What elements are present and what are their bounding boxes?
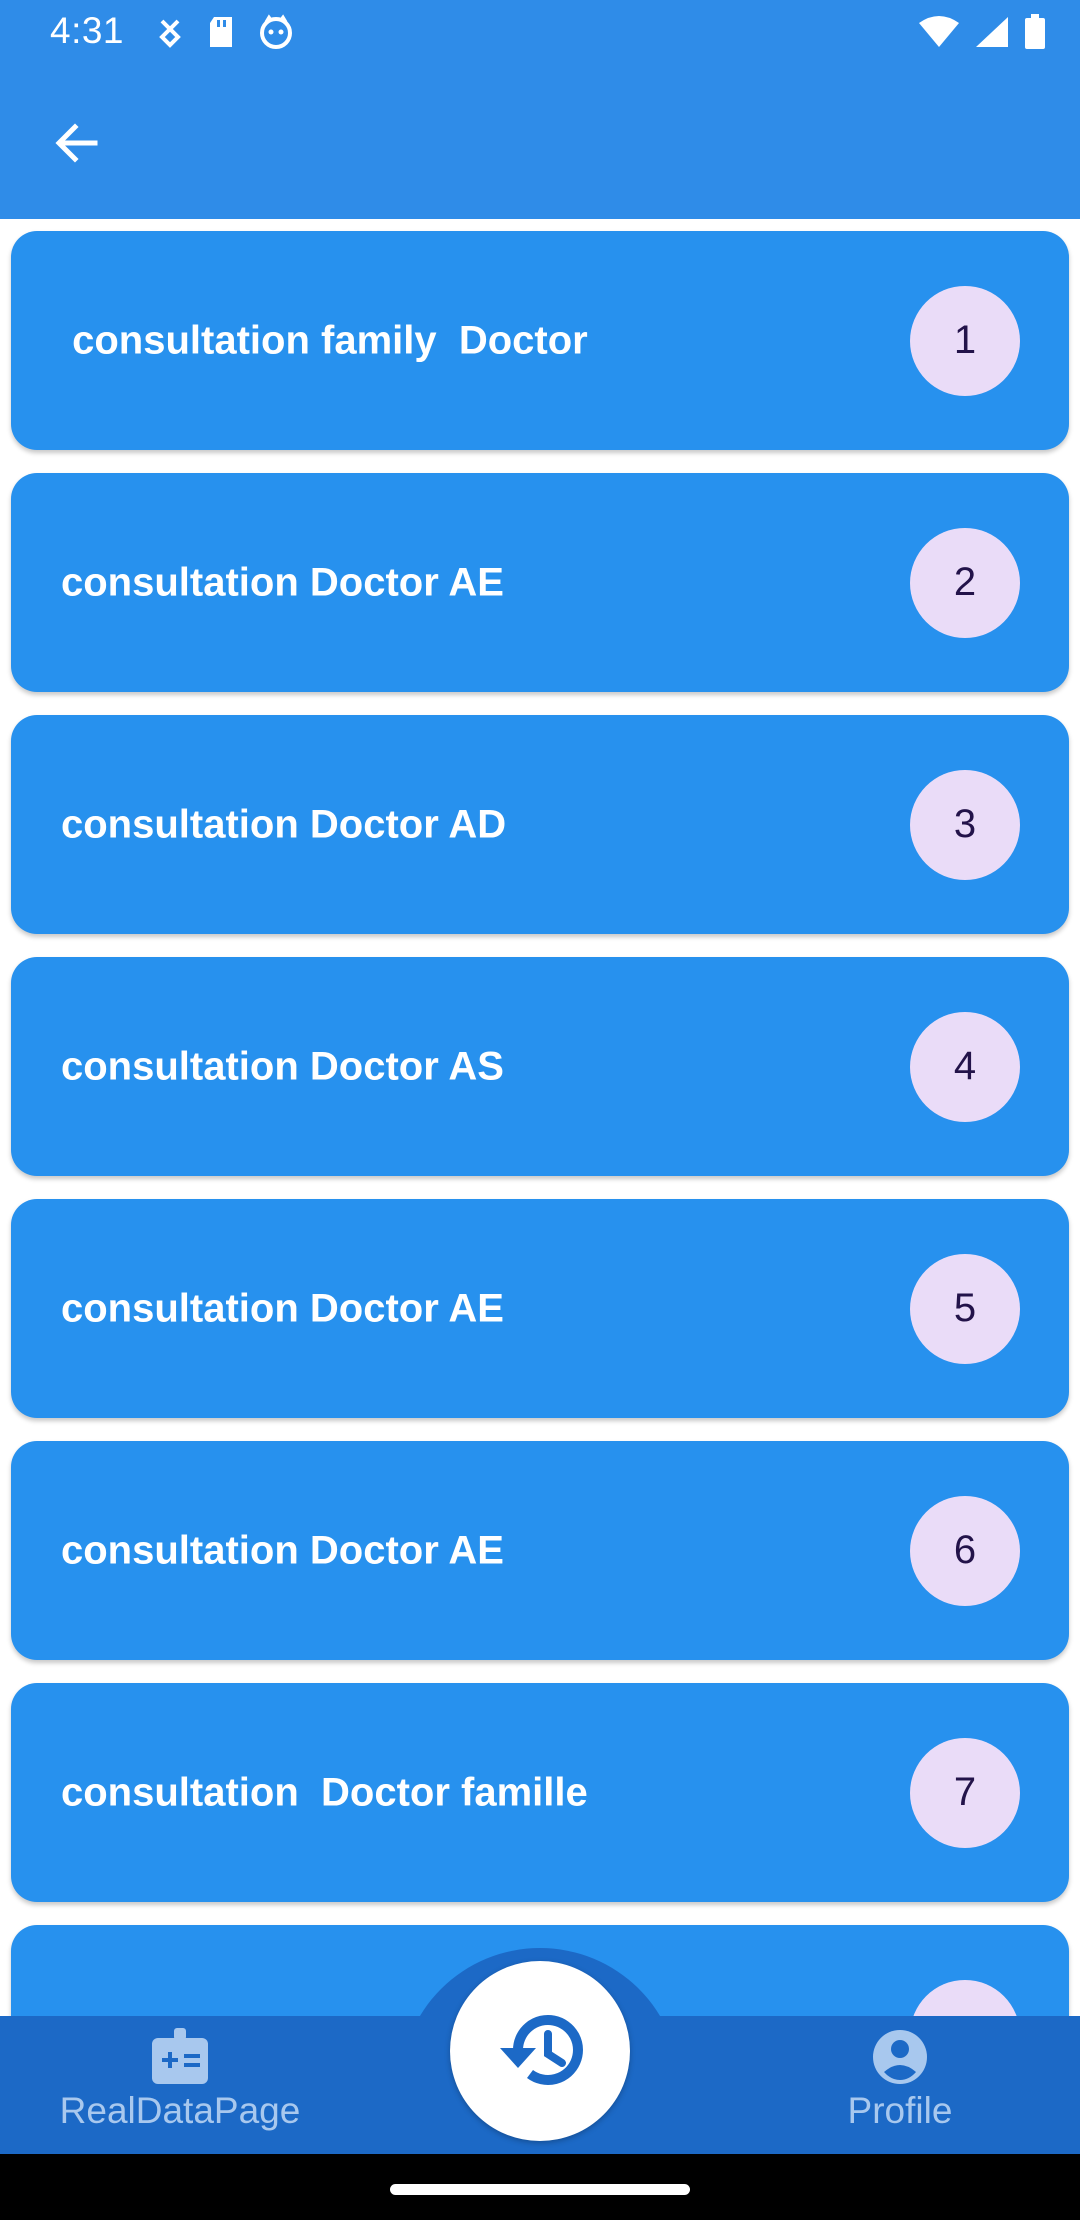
history-fab-button[interactable] bbox=[450, 1961, 630, 2141]
system-gesture-bar bbox=[0, 2154, 1080, 2220]
list-item-label: consultation Doctor AS bbox=[61, 1044, 504, 1088]
cell-signal-icon bbox=[974, 15, 1010, 54]
list-item-label: consultation Doctor AE bbox=[61, 560, 504, 604]
list-item-number-badge: 4 bbox=[910, 1011, 1020, 1122]
history-icon bbox=[500, 2015, 583, 2085]
wifi-icon bbox=[918, 15, 960, 54]
consultation-list: consultation family Doctor 1 consultatio… bbox=[11, 231, 1069, 2167]
list-item-label: consultation Doctor AD bbox=[61, 802, 507, 846]
arrow-back-icon bbox=[55, 123, 98, 163]
list-item-number-badge: 7 bbox=[910, 1737, 1020, 1848]
nav-label-profile: Profile bbox=[847, 2090, 953, 2131]
medical-id-icon bbox=[152, 2028, 208, 2084]
list-item-number-badge: 6 bbox=[910, 1495, 1020, 1606]
list-item[interactable]: consultation Doctor AS 4 bbox=[11, 957, 1069, 1176]
sd-card-icon bbox=[206, 15, 236, 54]
list-item[interactable]: consultation Doctor AE 5 bbox=[11, 1199, 1069, 1418]
list-item-number-badge: 1 bbox=[910, 285, 1020, 396]
list-item[interactable]: consultation Doctor AE 2 bbox=[11, 473, 1069, 692]
status-left-icons bbox=[156, 14, 294, 55]
status-time: 4:31 bbox=[50, 10, 125, 51]
list-item-label: consultation Doctor AE bbox=[61, 1286, 504, 1330]
account-circle-icon bbox=[873, 2030, 927, 2084]
nav-label-realdatapage: RealDataPage bbox=[59, 2090, 301, 2131]
nav-item-profile[interactable]: Profile bbox=[750, 2028, 1050, 2148]
app-bar: 4:31 bbox=[0, 0, 1080, 219]
list-item-number-badge: 5 bbox=[910, 1253, 1020, 1364]
screen: consultation family Doctor 1 consultatio… bbox=[0, 0, 1080, 2220]
status-right-icons bbox=[918, 14, 1046, 55]
list-item[interactable]: consultation Doctor AD 3 bbox=[11, 715, 1069, 934]
list-item[interactable]: consultation family Doctor 1 bbox=[11, 231, 1069, 450]
usb-debug-icon bbox=[156, 15, 184, 54]
list-item-label: consultation family Doctor bbox=[61, 318, 588, 362]
back-button[interactable] bbox=[40, 106, 114, 180]
list-item-label: consultation Doctor AE bbox=[61, 1528, 504, 1572]
list-item-label: consultation Doctor famille bbox=[61, 1770, 588, 1814]
battery-icon bbox=[1024, 14, 1046, 55]
status-bar: 4:31 bbox=[0, 0, 1080, 66]
list-item[interactable]: consultation Doctor famille 7 bbox=[11, 1683, 1069, 1902]
nav-item-realdatapage[interactable]: RealDataPage bbox=[30, 2028, 330, 2148]
cat-app-icon bbox=[258, 14, 294, 55]
list-item-number-badge: 3 bbox=[910, 769, 1020, 880]
list-item-number-badge: 2 bbox=[910, 527, 1020, 638]
list-item[interactable]: consultation Doctor AE 6 bbox=[11, 1441, 1069, 1660]
home-gesture-handle[interactable] bbox=[390, 2184, 690, 2195]
